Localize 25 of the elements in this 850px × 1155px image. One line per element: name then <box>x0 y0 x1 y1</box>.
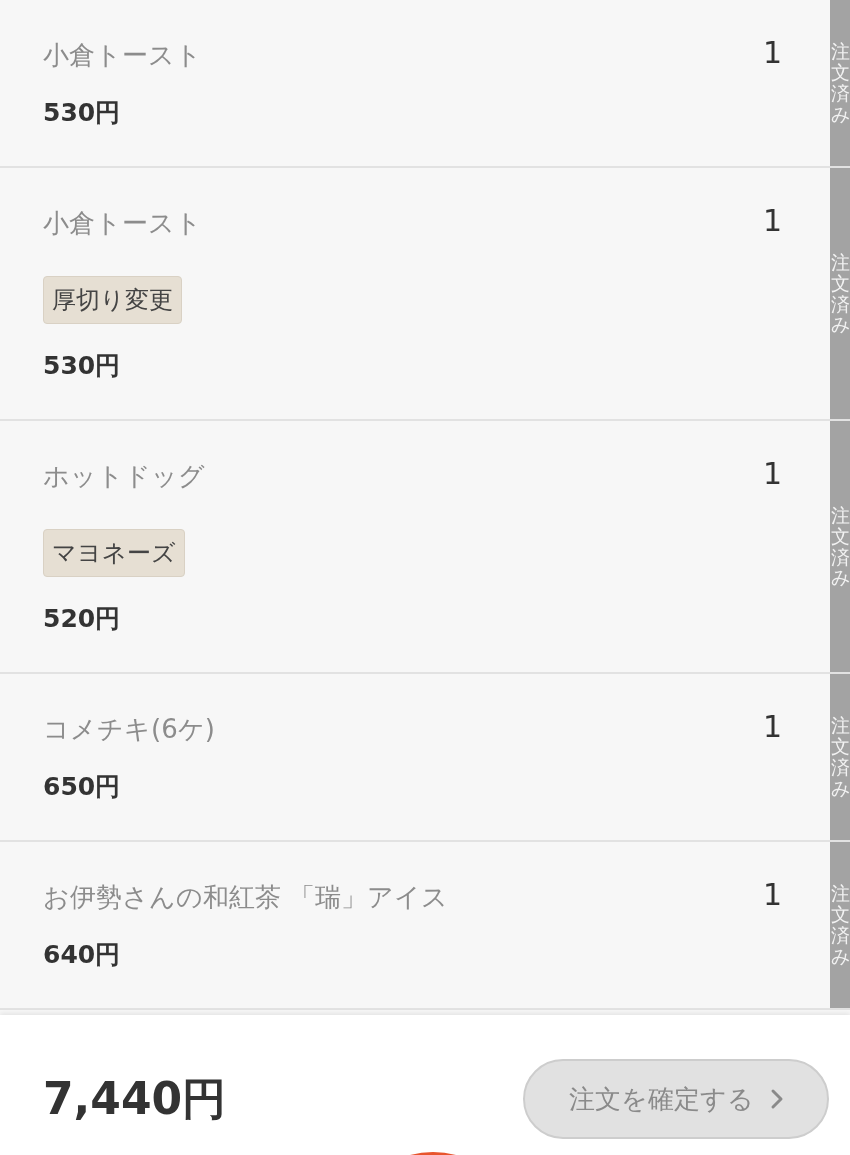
item-price: 640円 <box>43 939 121 971</box>
item-name: ホットドッグ <box>43 460 205 493</box>
item-name: 小倉トースト <box>43 207 202 240</box>
status-label: 注文済み <box>830 251 850 336</box>
total-price: 7,440円 <box>43 1071 227 1126</box>
item-quantity: 1 <box>762 456 782 491</box>
status-label: 注文済み <box>830 41 850 125</box>
item-price: 650円 <box>43 771 121 803</box>
item-name: コメチキ(6ケ) <box>43 713 215 746</box>
item-price: 530円 <box>43 350 121 382</box>
option-tag: 厚切り変更 <box>43 276 182 324</box>
option-tag: マヨネーズ <box>43 529 185 577</box>
status-label: 注文済み <box>830 504 850 589</box>
item-price: 520円 <box>43 603 121 635</box>
item-name: 小倉トースト <box>43 39 202 72</box>
status-label: 注文済み <box>830 883 850 967</box>
chevron-right-icon <box>769 1088 784 1110</box>
circle-edge-icon <box>410 1151 456 1155</box>
item-quantity: 1 <box>762 35 782 70</box>
item-quantity: 1 <box>762 709 782 744</box>
item-price: 530円 <box>43 97 121 129</box>
item-quantity: 1 <box>762 877 782 912</box>
status-label: 注文済み <box>830 715 850 799</box>
item-name: お伊勢さんの和紅茶 「瑞」アイス <box>43 881 449 914</box>
item-quantity: 1 <box>762 203 782 238</box>
